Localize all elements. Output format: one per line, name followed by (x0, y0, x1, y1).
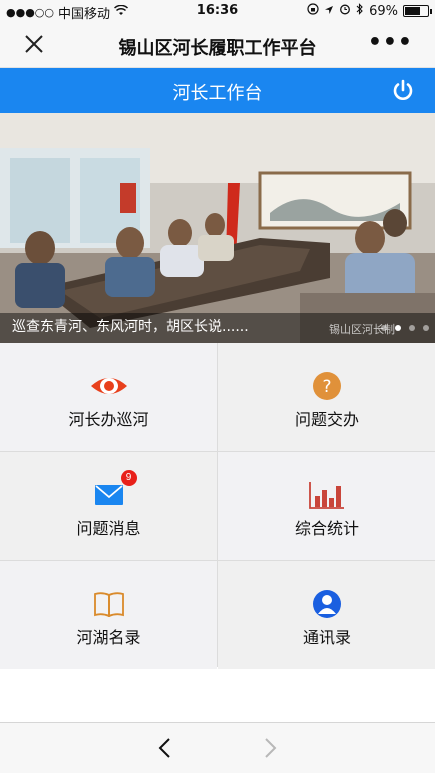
menu-item-contacts[interactable]: 通讯录 (218, 561, 435, 669)
forward-arrow-icon[interactable] (262, 737, 278, 759)
banner-carousel[interactable]: 巡查东青河、东风河时，胡区长说...... 锡山区河长制 (0, 113, 435, 343)
more-options-icon[interactable]: ••• (368, 30, 413, 55)
carousel-dots (381, 325, 429, 331)
book-icon (89, 587, 129, 621)
nav-bar: 锡山区河长履职工作平台 ••• (0, 22, 435, 68)
battery-icon (403, 5, 432, 17)
banner-caption: 巡查东青河、东风河时，胡区长说...... (12, 319, 249, 335)
power-icon[interactable] (391, 78, 415, 102)
alarm-icon (339, 3, 351, 19)
menu-item-label: 问题消息 (76, 519, 141, 538)
menu-item-label: 问题交办 (294, 410, 359, 429)
contact-icon (307, 587, 347, 621)
battery-percent: 69% (369, 3, 398, 19)
location-icon (324, 4, 334, 19)
page-header: 河长工作台 (0, 68, 435, 113)
menu-grid: 河长办巡河 ? 问题交办 9 问题消息 综合统计 河湖名录 通讯录 (0, 343, 435, 669)
orientation-lock-icon (307, 3, 319, 19)
menu-item-label: 综合统计 (294, 519, 359, 538)
eye-icon (89, 369, 129, 403)
menu-item-assign-issue[interactable]: ? 问题交办 (218, 343, 435, 451)
mail-icon: 9 (89, 470, 137, 512)
menu-item-statistics[interactable]: 综合统计 (218, 452, 435, 560)
meeting-photo (0, 113, 435, 343)
back-arrow-icon[interactable] (157, 737, 173, 759)
menu-item-label: 河长办巡河 (68, 410, 149, 429)
browser-toolbar (0, 722, 435, 773)
page-title: 河长工作台 (172, 83, 263, 104)
menu-item-label: 通讯录 (302, 628, 351, 647)
menu-item-label: 河湖名录 (76, 628, 141, 647)
menu-item-patrol[interactable]: 河长办巡河 (0, 343, 217, 451)
svg-text:?: ? (322, 377, 331, 397)
menu-item-messages[interactable]: 9 问题消息 (0, 452, 217, 560)
carousel-dot-active[interactable] (395, 325, 401, 331)
question-icon: ? (307, 369, 347, 403)
status-right: 69% (307, 3, 432, 19)
carousel-dot[interactable] (381, 325, 387, 331)
carousel-dot[interactable] (423, 325, 429, 331)
menu-item-river-directory[interactable]: 河湖名录 (0, 561, 217, 669)
bar-chart-icon (307, 478, 347, 512)
bluetooth-icon (356, 3, 364, 19)
unread-badge: 9 (120, 470, 137, 486)
carousel-dot[interactable] (409, 325, 415, 331)
status-bar: ●●●○○ 中国移动 16:36 69% (0, 0, 435, 22)
